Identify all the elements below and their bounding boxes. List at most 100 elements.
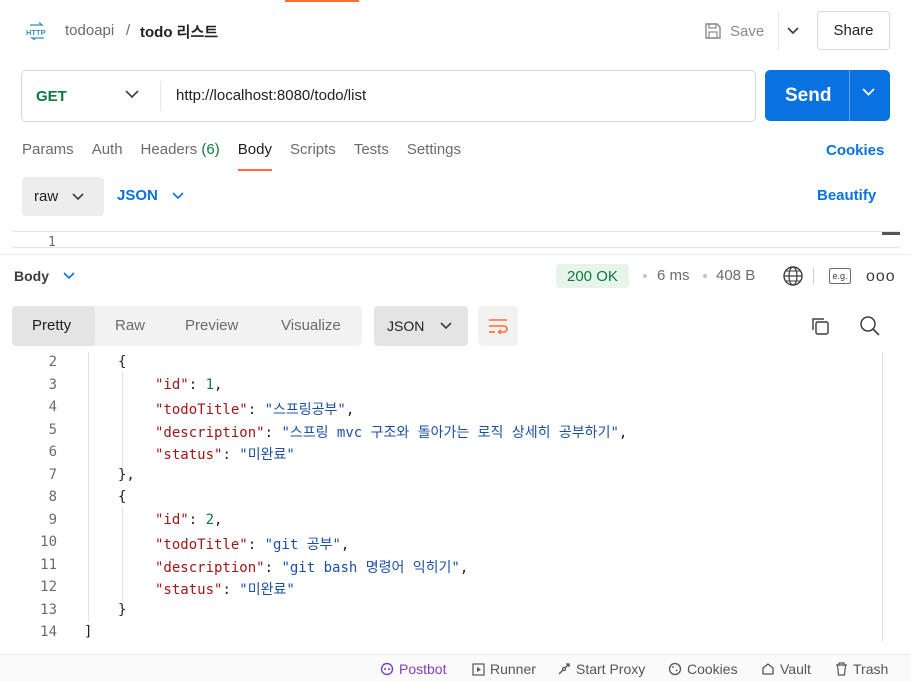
section-divider: [0, 254, 911, 255]
body-format-select[interactable]: JSON: [117, 187, 184, 204]
request-title[interactable]: todo 리스트: [140, 21, 218, 42]
viewer-scrollbar[interactable]: [882, 352, 883, 642]
response-format-label: JSON: [387, 318, 425, 334]
save-icon: [705, 23, 721, 39]
line-number: 12: [40, 579, 57, 595]
copy-icon[interactable]: [810, 316, 830, 336]
cookies-button[interactable]: Cookies: [668, 661, 738, 677]
line-number: 11: [40, 556, 57, 573]
http-request-icon: HTTP: [26, 22, 46, 40]
send-label: Send: [785, 85, 832, 106]
postbot-button[interactable]: Postbot: [380, 661, 446, 677]
response-format-select[interactable]: JSON: [374, 306, 468, 346]
more-options-icon[interactable]: ooo: [866, 268, 896, 286]
chevron-down-icon: [440, 322, 452, 330]
code-line: 9 "id": 2,: [0, 510, 880, 532]
beautify-button[interactable]: Beautify: [817, 187, 876, 204]
json-key: "id": [155, 511, 189, 528]
request-tabs: Params Auth Headers (6) Body Scripts Tes…: [22, 141, 479, 173]
save-button[interactable]: Save: [704, 18, 764, 44]
response-section-label: Body: [14, 268, 49, 284]
send-button[interactable]: Send: [765, 70, 890, 121]
chevron-down-icon[interactable]: [125, 90, 139, 99]
code-text: "description": "스프링 mvc 구조와 돌아가는 로직 상세히 …: [155, 424, 628, 441]
json-key: "todoTitle": [155, 537, 248, 553]
indent-guide: [88, 352, 89, 622]
json-comma: ,: [214, 376, 223, 393]
status-badge[interactable]: 200 OK: [556, 264, 629, 288]
response-size[interactable]: 408 B: [716, 267, 755, 284]
response-time[interactable]: 6 ms: [657, 267, 690, 284]
code-line: 12 "status": "미완료": [0, 577, 880, 599]
line-number: 5: [48, 421, 57, 438]
trash-button[interactable]: Trash: [835, 661, 888, 677]
runner-button[interactable]: Runner: [472, 661, 536, 677]
code-line: 11 "description": "git bash 명령어 익히기",: [0, 555, 880, 577]
tab-params[interactable]: Params: [22, 141, 74, 171]
status-bar: Postbot Runner Start Proxy Cookies Vault…: [0, 654, 911, 681]
method-select[interactable]: GET: [36, 88, 67, 105]
json-key: "todoTitle": [155, 402, 248, 418]
save-options-button[interactable]: [778, 12, 806, 50]
url-input[interactable]: [176, 87, 736, 104]
status-bar-label: Start Proxy: [576, 661, 646, 677]
json-value: "미완료": [239, 447, 295, 463]
body-type-select[interactable]: raw: [22, 177, 104, 216]
response-body-viewer[interactable]: 2{3 "id": 1, 4 "todoTitle": "스프링공부", 5 "descr…: [0, 352, 911, 650]
tab-auth[interactable]: Auth: [92, 141, 123, 171]
line-number: 4: [48, 399, 57, 415]
tab-scripts[interactable]: Scripts: [290, 141, 336, 171]
status-bar-label: Postbot: [399, 661, 447, 677]
json-value: "미완료": [239, 582, 295, 598]
json-comma: ,: [459, 559, 469, 576]
globe-icon[interactable]: [782, 265, 804, 287]
chevron-down-icon[interactable]: [862, 88, 875, 97]
tab-body[interactable]: Body: [237, 141, 273, 171]
response-section-select[interactable]: Body: [14, 268, 75, 284]
breadcrumb-collection[interactable]: todoapi: [65, 22, 114, 39]
cookie-icon: [668, 662, 682, 676]
line-number: 1: [48, 235, 56, 248]
json-comma: ,: [618, 424, 628, 441]
separator-dot: [643, 274, 647, 278]
json-value: "git bash 명령어 익히기": [281, 559, 460, 576]
tab-raw[interactable]: Raw: [115, 317, 145, 334]
tab-settings[interactable]: Settings: [407, 141, 461, 171]
json-key: "status": [155, 447, 223, 463]
tab-tests[interactable]: Tests: [354, 141, 389, 171]
code-line: 8{: [0, 487, 880, 509]
wrap-lines-icon: [489, 319, 508, 334]
code-text: "todoTitle": "스프링공부",: [155, 402, 355, 418]
json-value: "스프링공부": [264, 402, 346, 418]
indent-guide: [122, 372, 123, 467]
start-proxy-button[interactable]: Start Proxy: [557, 661, 645, 677]
editor-scrollbar[interactable]: [882, 232, 900, 235]
code-text: {: [118, 489, 127, 505]
code-line: 13}: [0, 600, 880, 622]
code-text: "status": "미완료": [155, 582, 295, 598]
tab-pretty[interactable]: Pretty: [32, 317, 71, 334]
share-button[interactable]: Share: [817, 11, 890, 50]
cookies-link[interactable]: Cookies: [826, 142, 884, 159]
json-comma: ,: [214, 511, 223, 528]
vault-button[interactable]: Vault: [761, 661, 811, 677]
status-bar-label: Vault: [780, 661, 811, 677]
tab-visualize[interactable]: Visualize: [281, 317, 341, 334]
code-text: "id": 1,: [155, 376, 223, 393]
code-text: },: [118, 466, 135, 483]
tab-headers[interactable]: Headers (6): [141, 141, 220, 171]
url-divider: [160, 81, 161, 111]
headers-count: (6): [201, 141, 220, 158]
json-value: "스프링 mvc 구조와 돌아가는 로직 상세히 공부하기": [281, 424, 619, 441]
code-line: 6 "status": "미완료": [0, 442, 880, 464]
indent-guide: [122, 507, 123, 602]
search-icon[interactable]: [859, 315, 880, 336]
wrap-lines-button[interactable]: [478, 306, 518, 346]
save-example-icon[interactable]: e.g.: [829, 268, 851, 284]
tab-preview[interactable]: Preview: [185, 317, 238, 334]
request-body-editor[interactable]: 1: [12, 231, 900, 248]
line-number: 6: [48, 444, 57, 460]
line-number: 13: [40, 601, 57, 618]
line-number: 14: [40, 624, 57, 640]
toolbar-divider: [813, 268, 814, 284]
